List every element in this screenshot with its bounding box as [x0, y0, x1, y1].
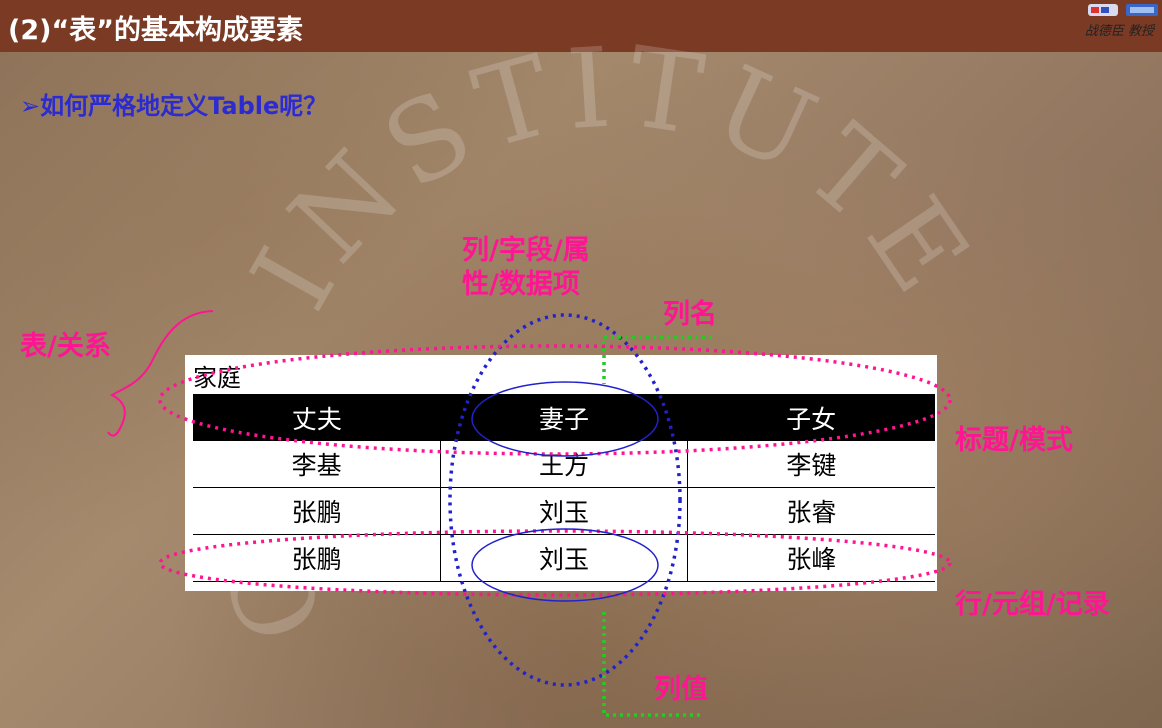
table-caption: 家庭: [193, 364, 241, 392]
label-table-relation: 表/关系: [20, 331, 111, 362]
table-cell: 张鹏: [193, 487, 441, 535]
label-line: 性/数据项: [462, 269, 580, 300]
label-column-value: 列值: [654, 674, 708, 705]
table-cell: 张鹏: [193, 534, 441, 582]
label-line: 列/字段/属: [462, 235, 590, 266]
table-header-row: 丈夫 妻子 子女: [193, 394, 935, 441]
family-table: 丈夫 妻子 子女 李基 王方 李键 张鹏 刘玉 张睿 张鹏 刘玉 张峰: [193, 394, 935, 582]
table-cell: 张峰: [686, 534, 935, 582]
table-row: 张鹏 刘玉 张睿: [193, 487, 935, 535]
label-header-schema: 标题/模式: [955, 425, 1073, 456]
table-cell: 刘玉: [440, 487, 688, 535]
column-header: 子女: [687, 394, 935, 441]
table-row: 李基 王方 李键: [193, 441, 935, 488]
table-row: 张鹏 刘玉 张峰: [193, 534, 935, 582]
column-header: 丈夫: [193, 394, 441, 441]
table-cell: 李基: [193, 441, 441, 488]
label-row-tuple: 行/元组/记录: [955, 589, 1110, 620]
table-cell: 刘玉: [440, 534, 688, 582]
table-cell: 李键: [686, 441, 935, 488]
question-text: ➢如何严格地定义Table呢？: [20, 92, 328, 120]
column-header: 妻子: [440, 394, 688, 441]
label-column-name: 列名: [663, 299, 717, 330]
table-cell: 张睿: [686, 487, 935, 535]
label-column-attribute: 列/字段/属 性/数据项: [462, 234, 590, 302]
table-cell: 王方: [440, 441, 688, 488]
